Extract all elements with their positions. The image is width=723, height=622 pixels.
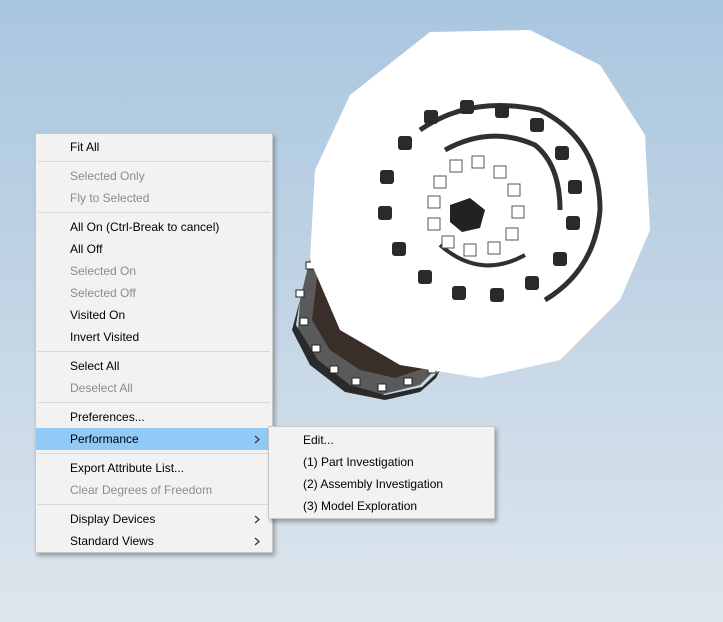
menu-item-visited-on[interactable]: Visited On xyxy=(36,304,272,326)
submenu-item-edit[interactable]: Edit... xyxy=(269,429,494,451)
submenu-item-label: (1) Part Investigation xyxy=(303,455,414,469)
menu-item-label: All On (Ctrl-Break to cancel) xyxy=(70,220,220,234)
menu-item-all-off[interactable]: All Off xyxy=(36,238,272,260)
chevron-right-icon xyxy=(254,428,262,450)
3d-model[interactable] xyxy=(292,30,650,400)
menu-item-label: Deselect All xyxy=(70,381,133,395)
menu-item-label: Preferences... xyxy=(70,410,145,424)
menu-item-label: Standard Views xyxy=(70,534,154,548)
menu-item-preferences[interactable]: Preferences... xyxy=(36,406,272,428)
menu-item-label: Invert Visited xyxy=(70,330,140,344)
menu-item-all-on[interactable]: All On (Ctrl-Break to cancel) xyxy=(36,216,272,238)
menu-separator xyxy=(38,212,270,213)
menu-item-label: Selected On xyxy=(70,264,137,278)
menu-item-fit-all[interactable]: Fit All xyxy=(36,136,272,158)
menu-item-label: Visited On xyxy=(70,308,126,322)
menu-item-label: Fit All xyxy=(70,140,100,154)
menu-item-fly-to-selected: Fly to Selected xyxy=(36,187,272,209)
menu-item-label: Fly to Selected xyxy=(70,191,150,205)
menu-item-standard-views[interactable]: Standard Views xyxy=(36,530,272,552)
menu-separator xyxy=(38,161,270,162)
menu-item-invert-visited[interactable]: Invert Visited xyxy=(36,326,272,348)
menu-separator xyxy=(38,402,270,403)
menu-item-label: Performance xyxy=(70,432,139,446)
submenu-item-assembly-investigation[interactable]: (2) Assembly Investigation xyxy=(269,473,494,495)
menu-item-export-attribute-list[interactable]: Export Attribute List... xyxy=(36,457,272,479)
menu-item-performance[interactable]: Performance xyxy=(36,428,272,450)
context-menu: Fit All Selected Only Fly to Selected All O… xyxy=(35,133,273,553)
menu-item-label: Clear Degrees of Freedom xyxy=(70,483,213,497)
menu-item-selected-off: Selected Off xyxy=(36,282,272,304)
menu-item-selected-on: Selected On xyxy=(36,260,272,282)
chevron-right-icon xyxy=(254,530,262,552)
submenu-item-label: Edit... xyxy=(303,433,334,447)
menu-item-label: Selected Off xyxy=(70,286,136,300)
submenu-item-label: (3) Model Exploration xyxy=(303,499,418,513)
menu-separator xyxy=(38,504,270,505)
submenu-item-part-investigation[interactable]: (1) Part Investigation xyxy=(269,451,494,473)
model-top-face xyxy=(310,30,650,378)
menu-separator xyxy=(38,351,270,352)
menu-item-clear-degrees-of-freedom: Clear Degrees of Freedom xyxy=(36,479,272,501)
submenu-item-model-exploration[interactable]: (3) Model Exploration xyxy=(269,495,494,517)
menu-item-deselect-all: Deselect All xyxy=(36,377,272,399)
menu-item-display-devices[interactable]: Display Devices xyxy=(36,508,272,530)
menu-item-label: Select All xyxy=(70,359,120,373)
menu-item-label: All Off xyxy=(70,242,103,256)
chevron-right-icon xyxy=(254,508,262,530)
menu-item-label: Export Attribute List... xyxy=(70,461,185,475)
submenu-item-label: (2) Assembly Investigation xyxy=(303,477,444,491)
menu-item-label: Selected Only xyxy=(70,169,145,183)
menu-item-select-all[interactable]: Select All xyxy=(36,355,272,377)
menu-item-selected-only: Selected Only xyxy=(36,165,272,187)
performance-submenu: Edit... (1) Part Investigation (2) Assembl… xyxy=(268,426,495,519)
menu-separator xyxy=(38,453,270,454)
menu-item-label: Display Devices xyxy=(70,512,156,526)
